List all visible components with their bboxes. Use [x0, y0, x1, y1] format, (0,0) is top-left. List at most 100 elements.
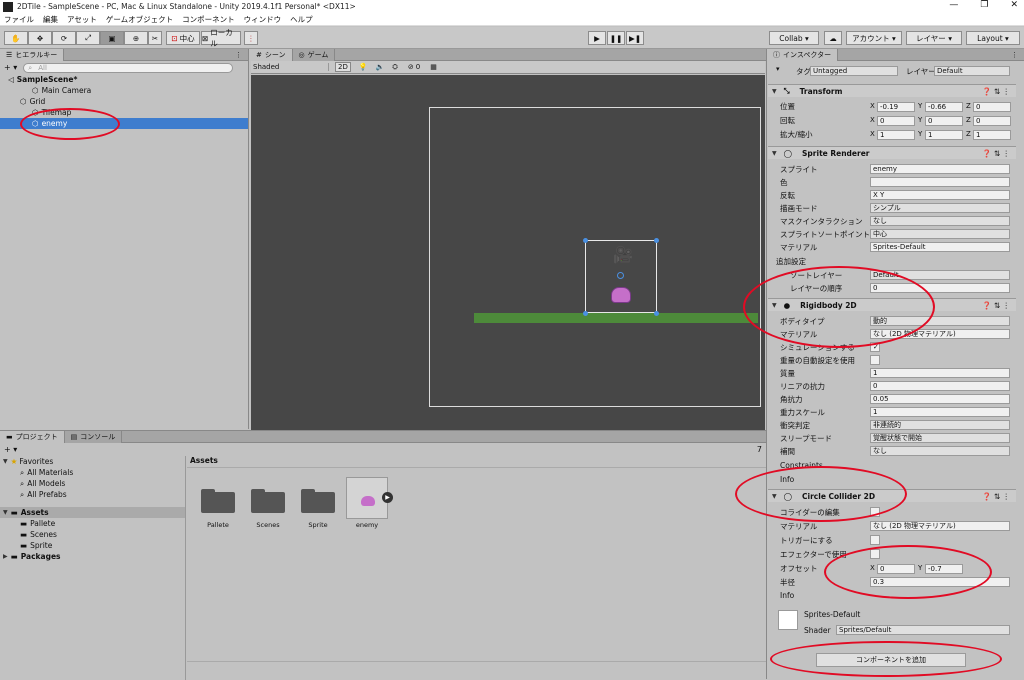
play-button[interactable]: ▶ — [588, 31, 606, 45]
move-tool-icon[interactable]: ✥ — [28, 31, 52, 45]
pallete-folder-icon[interactable] — [201, 487, 235, 513]
component-menu-icon[interactable]: ❓ ⇅ ⋮ — [982, 492, 1010, 501]
asset-folder-item[interactable]: ▬ Pallete — [0, 518, 185, 529]
rigidbody-field[interactable]: 1 — [870, 368, 1010, 378]
sprite-renderer-field[interactable]: シンプル — [870, 203, 1010, 213]
circle-collider-field[interactable] — [870, 535, 880, 545]
local-global-toggle[interactable]: ⊠ ローカル — [201, 28, 241, 48]
transform-x-field[interactable]: -0.19 — [877, 102, 915, 112]
favorites-folder[interactable]: ▼ ★ Favorites — [0, 456, 185, 467]
asset-folder-item[interactable]: ▬ Scenes — [0, 529, 185, 540]
circle-collider-field[interactable]: なし (2D 物理マテリアル) — [870, 521, 1010, 531]
hierarchy-item[interactable]: ⬡ Main Camera — [0, 85, 248, 96]
menu-edit[interactable]: 編集 — [43, 14, 58, 25]
rect-tool-icon[interactable]: ▣ — [100, 31, 124, 45]
pause-button[interactable]: ❚❚ — [607, 31, 625, 45]
transform-y-field[interactable]: -0.66 — [925, 102, 963, 112]
hand-tool-icon[interactable]: ✋ — [4, 31, 28, 45]
transform-tool-icon[interactable]: ⊕ — [124, 31, 148, 45]
sprite-renderer-field[interactable]: X Y — [870, 190, 1010, 200]
inspector-menu-icon[interactable]: ⋮ — [1011, 51, 1018, 59]
assets-folder[interactable]: ▼ ▬ Assets — [0, 507, 185, 518]
sprite-renderer-field[interactable] — [870, 177, 1010, 187]
favorite-item[interactable]: ⌕ All Materials — [0, 467, 185, 478]
sprite-folder-icon[interactable] — [301, 487, 335, 513]
transform-z-field[interactable]: 0 — [973, 116, 1011, 126]
step-button[interactable]: ▶❚ — [626, 31, 644, 45]
rect-handle-icon[interactable] — [654, 238, 659, 243]
pivot-center-toggle[interactable]: ⊡ 中心 — [166, 31, 200, 45]
scenes-folder-icon[interactable] — [251, 487, 285, 513]
collab-button[interactable]: Collab ▾ — [769, 31, 819, 45]
rigidbody-field[interactable] — [870, 355, 880, 365]
project-add-button[interactable]: + ▾ — [4, 445, 17, 454]
favorite-item[interactable]: ⌕ All Models — [0, 478, 185, 489]
transform-y-field[interactable]: 1 — [925, 130, 963, 140]
component-menu-icon[interactable]: ❓ ⇅ ⋮ — [982, 301, 1010, 310]
layer-dropdown[interactable]: Default — [934, 66, 1010, 76]
maximize-button[interactable]: ❐ — [980, 0, 988, 10]
close-button[interactable]: ✕ — [1010, 0, 1018, 10]
hierarchy-search-input[interactable]: ⌕ All — [23, 62, 234, 73]
transform-y-field[interactable]: 0 — [925, 116, 963, 126]
rigidbody-field[interactable]: 非連続的 — [870, 420, 1010, 430]
grid-icon[interactable]: ▦ — [430, 63, 437, 71]
shader-dropdown[interactable]: Sprites/Default — [836, 625, 1010, 635]
menu-gameobject[interactable]: ゲームオブジェクト — [106, 14, 173, 25]
sprite-renderer-header[interactable]: ▼ ◯ Sprite Renderer ❓ ⇅ ⋮ — [768, 146, 1016, 159]
component-menu-icon[interactable]: ❓ ⇅ ⋮ — [982, 149, 1010, 158]
transform-x-field[interactable]: 0 — [877, 116, 915, 126]
favorite-item[interactable]: ⌕ All Prefabs — [0, 489, 185, 500]
transform-z-field[interactable]: 0 — [973, 102, 1011, 112]
tag-dropdown[interactable]: Untagged — [810, 66, 898, 76]
rect-handle-icon[interactable] — [583, 311, 588, 316]
hidden-objects-icon[interactable]: ⊘ — [408, 63, 414, 71]
shading-dropdown[interactable]: Shaded — [251, 63, 329, 71]
tab-inspector[interactable]: ⓘ インスペクター — [767, 48, 839, 61]
audio-icon[interactable]: 🔈 — [376, 63, 385, 71]
scene-viewport[interactable]: 🎥 — [251, 75, 765, 430]
rect-handle-icon[interactable] — [583, 238, 588, 243]
sprite-renderer-field[interactable]: なし — [870, 216, 1010, 226]
tab-game[interactable]: ◎ ゲーム — [292, 48, 336, 61]
hierarchy-item[interactable]: ⬡ Grid — [0, 96, 248, 107]
menu-assets[interactable]: アセット — [67, 14, 97, 25]
hierarchy-item[interactable]: ◁ SampleScene* — [0, 74, 248, 85]
enemy-sprite[interactable] — [611, 287, 631, 303]
transform-header[interactable]: ▼ ⤡ Transform ❓ ⇅ ⋮ — [768, 84, 1016, 97]
menu-component[interactable]: コンポーネント — [182, 14, 235, 25]
expand-prefab-icon[interactable]: ▶ — [382, 492, 393, 503]
hierarchy-menu-icon[interactable]: ⋮ — [235, 51, 242, 59]
mode-2d-toggle[interactable]: 2D — [335, 62, 351, 72]
tab-console[interactable]: ▤ コンソール — [64, 430, 123, 443]
snap-icon[interactable]: ⋮ — [244, 31, 258, 45]
lighting-icon[interactable]: 💡 — [359, 63, 368, 71]
tab-scene[interactable]: # シーン — [250, 48, 293, 61]
rotate-tool-icon[interactable]: ⟳ — [52, 31, 76, 45]
rect-handle-icon[interactable] — [654, 311, 659, 316]
rigidbody-field[interactable]: 1 — [870, 407, 1010, 417]
sprite-renderer-field[interactable]: 中心 — [870, 229, 1010, 239]
scale-tool-icon[interactable]: ⤢ — [76, 31, 100, 45]
rigidbody-field[interactable]: 覚醒状態で開始 — [870, 433, 1010, 443]
effects-icon[interactable]: ⛭ — [392, 63, 398, 72]
rigidbody-field[interactable]: 0 — [870, 381, 1010, 391]
rigidbody-field[interactable]: なし — [870, 446, 1010, 456]
minimize-button[interactable]: — — [949, 0, 958, 10]
asset-folder-item[interactable]: ▬ Sprite — [0, 540, 185, 551]
transform-x-field[interactable]: 1 — [877, 130, 915, 140]
packages-folder[interactable]: ▶ ▬ Packages — [0, 551, 185, 562]
tab-hierarchy[interactable]: ☰ ヒエラルキー — [0, 48, 65, 61]
cloud-icon[interactable]: ☁ — [824, 31, 842, 45]
layers-dropdown[interactable]: レイヤー ▾ — [906, 31, 962, 45]
layout-dropdown[interactable]: Layout ▾ — [966, 31, 1020, 45]
custom-tool-icon[interactable]: ✂ — [148, 31, 162, 45]
sprite-renderer-field[interactable]: Sprites-Default — [870, 242, 1010, 252]
transform-z-field[interactable]: 1 — [973, 130, 1011, 140]
component-menu-icon[interactable]: ❓ ⇅ ⋮ — [982, 87, 1010, 96]
menu-window[interactable]: ウィンドウ — [244, 14, 282, 25]
hierarchy-add-button[interactable]: + ▾ — [4, 63, 17, 72]
tab-project[interactable]: ▬ プロジェクト — [0, 430, 65, 443]
rigidbody-field[interactable]: 0.05 — [870, 394, 1010, 404]
menu-help[interactable]: ヘルプ — [290, 14, 313, 25]
